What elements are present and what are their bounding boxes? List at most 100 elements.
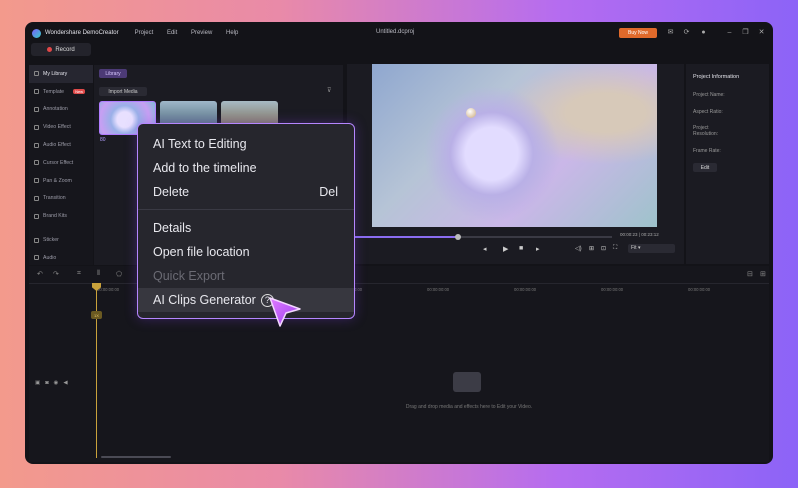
import-media-label: Import Media [108,88,138,95]
menu-item-details[interactable]: Details [153,221,191,235]
progress-handle[interactable] [455,234,461,240]
tab-library[interactable]: Library [99,69,127,78]
preview-timecode: 00:00:23 | 00:23:12 [620,232,659,237]
track-lock-icon[interactable]: ◙ [45,380,48,386]
crop-icon[interactable]: ⌗ [77,270,81,278]
document-title: Untitled.dcproj [376,29,415,35]
filter-icon[interactable]: ⊽ [327,87,331,94]
audio-icon [34,255,39,261]
fullscreen-icon[interactable]: ⛶ [613,245,617,252]
sidebar-item-label: Video Effect [43,124,71,131]
project-info-title: Project Information [693,74,740,80]
marker-icon[interactable]: ⬠ [116,270,122,278]
next-frame-icon[interactable]: ▸ [536,245,540,253]
import-media-button[interactable]: Import Media [99,87,147,96]
play-icon[interactable]: ▶ [503,245,508,253]
menu-project[interactable]: Project [135,30,154,36]
project-info-panel: Project Information Project Name: Aspect… [686,64,769,264]
preview-panel: 00:00:23 | 00:23:12 ◂ ▶ ■ ▸ ◁) ⊞ ⊡ ⛶ Fit… [347,64,684,264]
ruler-tick: 00:00:00:00 [601,287,624,292]
menu-item-ai-clips-generator[interactable]: AI Clips Generator? [153,293,274,307]
camera-icon[interactable]: ⊡ [601,245,606,252]
zoom-in-icon[interactable]: ⊞ [760,270,766,278]
close-icon[interactable]: ✕ [757,28,766,37]
sidebar-item-brand-kits[interactable]: Brand Kits [29,207,93,225]
pan-zoom-icon [34,178,39,184]
edit-button[interactable]: Edit [693,163,717,172]
sidebar-item-video-effect[interactable]: Video Effect [29,118,93,136]
prev-frame-icon[interactable]: ◂ [483,245,487,253]
track-mute-icon[interactable]: ◀ [63,380,67,386]
buy-now-label: Buy Now [627,30,648,36]
zoom-fit-icon[interactable]: ⊟ [747,270,753,278]
menu-help[interactable]: Help [226,30,238,36]
menu-item-add-to-timeline[interactable]: Add to the timeline [153,161,257,175]
progress-fill [347,236,457,238]
sticker-icon [34,237,39,243]
track-visibility-icon[interactable]: ◉ [54,380,59,386]
stop-icon[interactable]: ■ [519,245,523,252]
volume-icon[interactable]: ◁) [575,245,582,252]
buy-now-button[interactable]: Buy Now [619,28,657,38]
sidebar-item-annotation[interactable]: Annotation [29,101,93,119]
menu-edit[interactable]: Edit [167,30,177,36]
timeline-scrollbar[interactable] [101,456,171,458]
preview-progress-bar[interactable] [347,234,612,240]
sidebar-item-label: Audio Effect [43,142,71,149]
track-video-icon[interactable]: ▣ [35,380,40,386]
mouse-cursor-icon [269,297,301,327]
undo-icon[interactable]: ↶ [37,270,43,278]
project-resolution-label: Project Resolution: [693,125,719,137]
aspect-ratio-label: Aspect Ratio: [693,109,723,115]
sidebar-item-label: Pan & Zoom [43,177,72,184]
sidebar-item-audio-effect[interactable]: Audio Effect [29,136,93,154]
ruler-tick: 00:00:00:00 [427,287,450,292]
split-icon[interactable]: ⫴ [97,270,100,278]
sync-icon[interactable]: ⟳ [682,28,691,37]
account-icon[interactable]: ● [699,28,708,37]
menu-bar: Project Edit Preview Help [135,30,251,36]
frame-rate-label: Frame Rate: [693,148,721,154]
sidebar-item-sticker[interactable]: Sticker [29,231,93,249]
project-name-label: Project Name: [693,92,725,98]
delete-shortcut: Del [319,185,338,199]
total-time: 00:23:12 [641,232,659,237]
record-button[interactable]: Record [31,43,91,56]
ruler-tick: 00:00:00:00 [514,287,537,292]
track-speed-marker: 1X [91,311,102,319]
sidebar-item-cursor-effect[interactable]: Cursor Effect [29,154,93,172]
menu-item-open-file-location[interactable]: Open file location [153,245,250,259]
menu-item-quick-export: Quick Export [153,269,225,283]
sidebar-item-transition[interactable]: Transition [29,190,93,208]
quality-value: Fit [631,245,637,251]
minimize-icon[interactable]: – [725,28,734,37]
sidebar-item-label: Annotation [43,106,68,113]
screenshot-icon[interactable]: ⊞ [589,245,594,252]
cursor-effect-icon [34,160,39,166]
timeline-empty-hint: Drag and drop media and effects here to … [405,404,533,410]
redo-icon[interactable]: ↷ [53,270,59,278]
sidebar-item-label: Audio [43,254,57,261]
restore-icon[interactable]: ❐ [741,28,750,37]
sidebar-item-my-library[interactable]: My Library [29,65,93,83]
menu-item-delete[interactable]: Delete [153,185,189,199]
media-placeholder-icon [453,372,481,392]
app-name: Wondershare DemoCreator [45,30,119,36]
brand-kits-icon [34,213,39,219]
mail-icon[interactable]: ✉ [666,28,675,37]
ruler-tick: 00:00:00:00 [688,287,711,292]
menu-preview[interactable]: Preview [191,30,212,36]
sidebar-item-audio[interactable]: Audio [29,249,93,267]
sidebar-item-label: Brand Kits [43,213,67,220]
sidebar-item-label: My Library [43,70,68,77]
sidebar-item-template[interactable]: Template New [29,83,93,101]
sidebar-item-pan-zoom[interactable]: Pan & Zoom [29,172,93,190]
template-icon [34,89,39,95]
video-effect-icon [34,124,39,130]
quality-select[interactable]: Fit ▾ [628,244,675,253]
preview-video[interactable] [372,64,657,227]
sidebar-item-label: Sticker [43,237,59,244]
transition-icon [34,195,39,201]
sidebar-item-label: Cursor Effect [43,159,74,166]
menu-item-ai-text-to-editing[interactable]: AI Text to Editing [153,137,247,151]
